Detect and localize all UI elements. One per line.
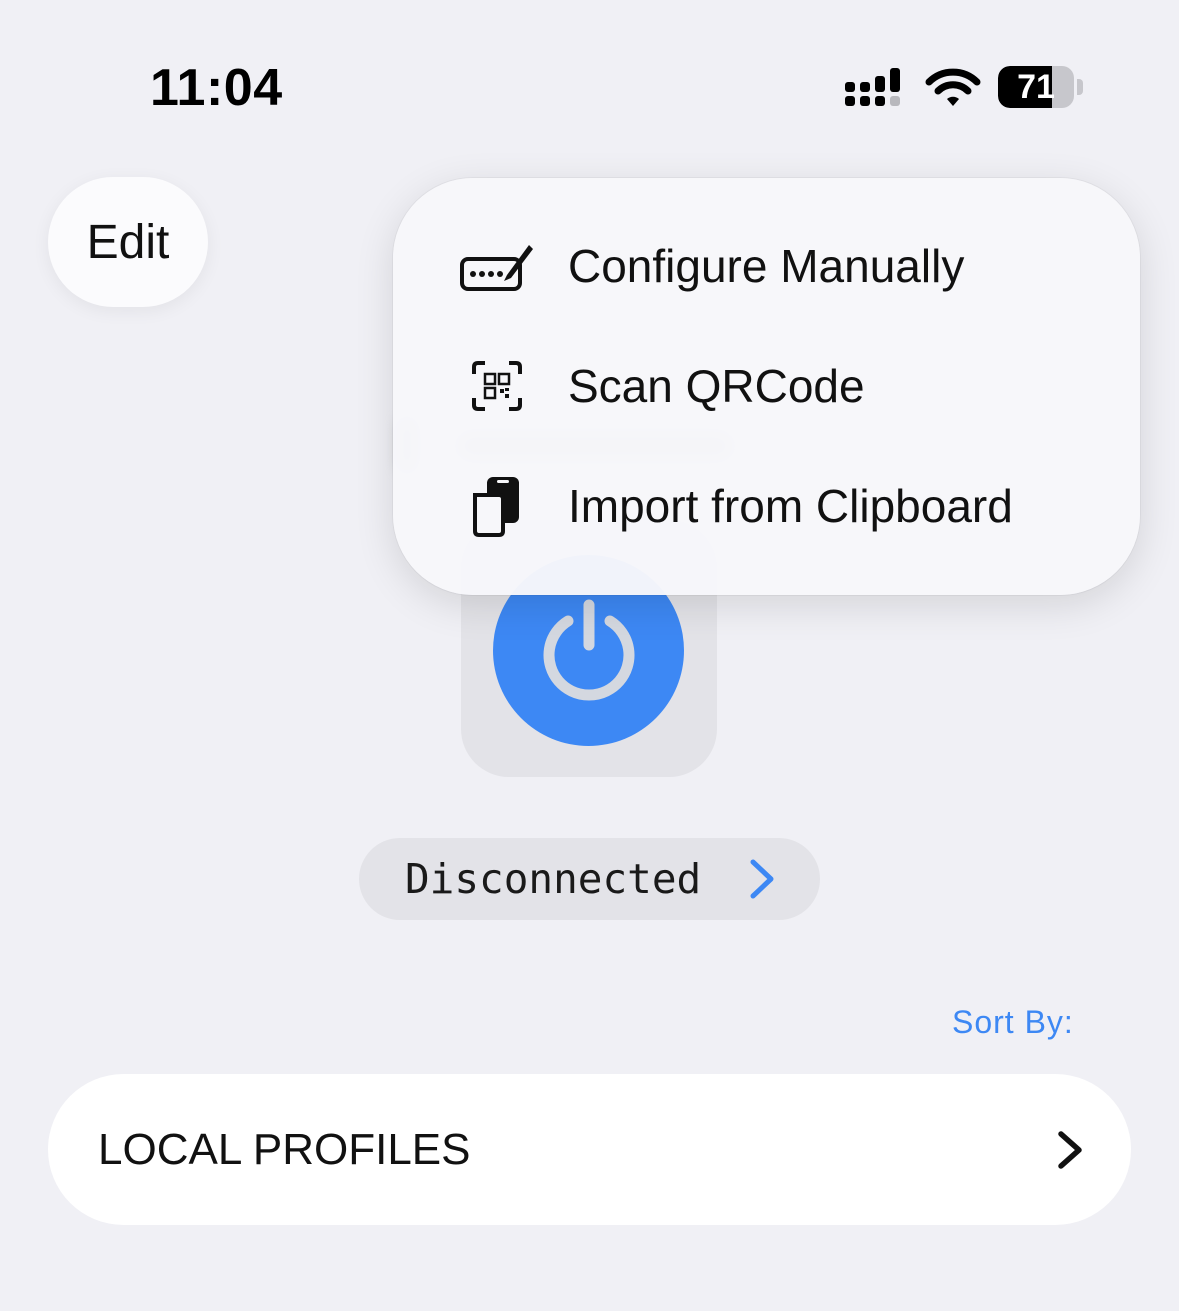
- menu-item-label: Import from Clipboard: [568, 480, 1013, 532]
- cellular-signal-icon: [845, 68, 900, 106]
- chevron-right-icon: [750, 859, 774, 899]
- sort-by-button[interactable]: Sort By:: [952, 1004, 1074, 1041]
- keyboard-pencil-icon: [459, 234, 535, 298]
- wifi-icon: [925, 68, 981, 106]
- add-profile-menu: Configure Manually Scan QRCode Import fr…: [393, 178, 1140, 595]
- battery-icon: 71: [998, 66, 1084, 108]
- connection-status-pill[interactable]: Disconnected: [359, 838, 820, 920]
- menu-item-label: Configure Manually: [568, 240, 965, 292]
- battery-percentage: 71: [1017, 68, 1055, 106]
- connection-status-text: Disconnected: [405, 855, 702, 903]
- edit-button[interactable]: Edit: [48, 177, 208, 307]
- local-profiles-label: LOCAL PROFILES: [98, 1125, 471, 1174]
- power-icon: [543, 599, 634, 701]
- menu-item-label: Scan QRCode: [568, 360, 865, 412]
- chevron-right-icon: [1058, 1131, 1082, 1169]
- menu-item-scan-qrcode[interactable]: Scan QRCode: [393, 331, 1140, 441]
- local-profiles-row[interactable]: LOCAL PROFILES: [48, 1074, 1131, 1225]
- clipboard-copy-icon: [459, 474, 535, 538]
- menu-item-import-clipboard[interactable]: Import from Clipboard: [393, 451, 1140, 561]
- menu-item-configure-manually[interactable]: Configure Manually: [393, 211, 1140, 321]
- status-time: 11:04: [150, 59, 283, 117]
- qrcode-viewfinder-icon: [459, 354, 535, 418]
